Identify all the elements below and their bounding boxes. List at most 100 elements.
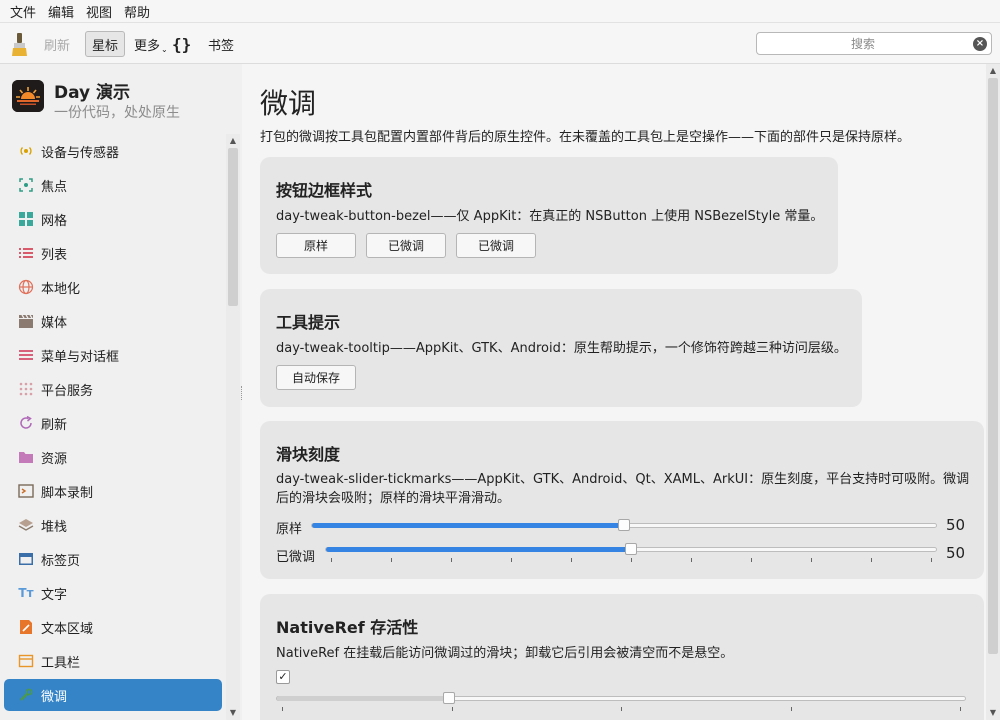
slider-knob[interactable] bbox=[625, 543, 637, 555]
sidebar-item-resources[interactable]: 资源 bbox=[4, 441, 222, 473]
scroll-up-icon[interactable]: ▲ bbox=[226, 136, 240, 145]
card-nativeref: NativeRef 存活性 NativeRef 在挂载后能访问微调过的滑块；卸载… bbox=[260, 594, 984, 720]
sidebar-item-grid[interactable]: 网格 bbox=[4, 203, 222, 235]
card-title: NativeRef 存活性 bbox=[276, 618, 419, 637]
sidebar-item-label: 菜单与对话框 bbox=[41, 349, 120, 365]
slider-fill bbox=[326, 547, 631, 552]
sidebar-item-stack[interactable]: 堆栈 bbox=[4, 509, 222, 541]
slider-tickmarks bbox=[282, 707, 961, 711]
sidebar-item-localization[interactable]: 本地化 bbox=[4, 271, 222, 303]
card-button-bezel: 按钮边框样式 day-tweak-button-bezel——仅 AppKit：… bbox=[260, 157, 838, 274]
tick-mark bbox=[451, 558, 452, 562]
sidebar-item-label: 本地化 bbox=[41, 281, 81, 297]
card-slider-tickmarks: 滑块刻度 day-tweak-slider-tickmarks——AppKit、… bbox=[260, 421, 984, 579]
tweaked-button[interactable]: 已微调 bbox=[366, 233, 446, 258]
scroll-down-icon[interactable]: ▼ bbox=[226, 708, 240, 717]
sidebar-item-sensors[interactable]: 设备与传感器 bbox=[4, 135, 222, 167]
autosave-button[interactable]: 自动保存 bbox=[276, 365, 356, 390]
slider-knob[interactable] bbox=[443, 692, 455, 704]
sidebar-item-label: 标签页 bbox=[41, 553, 81, 569]
slider-knob[interactable] bbox=[618, 519, 630, 531]
tweaked-button[interactable]: 已微调 bbox=[456, 233, 536, 258]
sidebar-item-label: 文本区域 bbox=[41, 621, 94, 637]
sidebar-scroll-thumb[interactable] bbox=[228, 148, 238, 306]
original-button[interactable]: 原样 bbox=[276, 233, 356, 258]
chevron-down-icon: ⌄ bbox=[161, 44, 168, 54]
sidebar-item-text[interactable]: Tт 文字 bbox=[4, 577, 222, 609]
main-scrollbar[interactable]: ▲ ▼ bbox=[986, 64, 1000, 720]
app-subtitle: 一份代码，处处原生 bbox=[54, 105, 180, 121]
original-slider[interactable] bbox=[311, 519, 937, 531]
mount-checkbox[interactable]: ✓ bbox=[276, 670, 290, 684]
tick-mark bbox=[282, 707, 283, 711]
sidebar-item-tweak[interactable]: 微调 bbox=[4, 679, 222, 711]
main-content: 微调 打包的微调按工具包配置内置部件背后的原生控件。在未覆盖的工具包上是空操作—… bbox=[244, 64, 986, 720]
more-button[interactable]: 更多 ⌄ bbox=[134, 31, 168, 57]
tick-mark bbox=[571, 558, 572, 562]
clear-icon[interactable]: × bbox=[973, 37, 987, 51]
menu-view[interactable]: 视图 bbox=[80, 2, 118, 21]
menu-file[interactable]: 文件 bbox=[4, 2, 42, 21]
slider-label: 已微调 bbox=[276, 550, 316, 565]
sidebar-item-script-recording[interactable]: 脚本录制 bbox=[4, 475, 222, 507]
globe-icon bbox=[18, 279, 34, 295]
sidebar-item-label: 工具栏 bbox=[41, 655, 81, 671]
focus-icon bbox=[18, 177, 34, 193]
sidebar-item-focus[interactable]: 焦点 bbox=[4, 169, 222, 201]
nativeref-slider[interactable] bbox=[276, 692, 966, 704]
sidebar-item-list[interactable]: 列表 bbox=[4, 237, 222, 269]
sidebar: Day 演示 一份代码，处处原生 设备与传感器 焦点 网格 列表 本地化 媒体 bbox=[0, 64, 242, 720]
refresh-button[interactable]: 刷新 bbox=[44, 31, 70, 57]
page-description: 打包的微调按工具包配置内置部件背后的原生控件。在未覆盖的工具包上是空操作——下面… bbox=[260, 130, 911, 145]
sidebar-item-menus-dialogs[interactable]: 菜单与对话框 bbox=[4, 339, 222, 371]
tick-mark bbox=[871, 558, 872, 562]
stack-icon bbox=[18, 517, 34, 533]
scroll-down-icon[interactable]: ▼ bbox=[986, 708, 1000, 717]
tick-mark bbox=[960, 707, 961, 711]
tick-mark bbox=[811, 558, 812, 562]
tick-mark bbox=[631, 558, 632, 562]
tick-mark bbox=[751, 558, 752, 562]
menu-help[interactable]: 帮助 bbox=[118, 2, 156, 21]
dots-icon bbox=[18, 381, 34, 397]
menu-edit[interactable]: 编辑 bbox=[42, 2, 80, 21]
braces-button[interactable]: {} bbox=[172, 31, 191, 57]
slider-value: 50 bbox=[946, 544, 966, 562]
card-description: day-tweak-button-bezel——仅 AppKit：在真正的 NS… bbox=[276, 209, 824, 224]
sidebar-item-tabs[interactable]: 标签页 bbox=[4, 543, 222, 575]
sidebar-item-label: 网格 bbox=[41, 213, 68, 229]
app-title: Day 演示 bbox=[54, 83, 131, 103]
card-description: day-tweak-tooltip——AppKit、GTK、Android：原生… bbox=[276, 341, 847, 356]
sidebar-item-label: 刷新 bbox=[41, 417, 68, 433]
sidebar-item-label: 脚本录制 bbox=[41, 485, 94, 501]
sidebar-item-label: 资源 bbox=[41, 451, 68, 467]
grid-icon bbox=[18, 211, 34, 227]
search-input[interactable] bbox=[763, 35, 963, 52]
toolbar-icon bbox=[18, 653, 34, 669]
slider-value: 50 bbox=[946, 516, 966, 534]
tick-mark bbox=[931, 558, 932, 562]
sidebar-scrollbar[interactable]: ▲ ▼ bbox=[226, 134, 240, 720]
sidebar-item-label: 媒体 bbox=[41, 315, 68, 331]
toolbar: 刷新 星标 更多⌄ {} 书签 × bbox=[0, 22, 1000, 64]
sidebar-item-refresh[interactable]: 刷新 bbox=[4, 407, 222, 439]
sidebar-item-toolbar[interactable]: 工具栏 bbox=[4, 645, 222, 677]
sidebar-nav: 设备与传感器 焦点 网格 列表 本地化 媒体 菜单与对话框 平台服务 刷新 资源… bbox=[0, 135, 226, 720]
tick-mark bbox=[331, 558, 332, 562]
sensor-icon bbox=[18, 143, 34, 159]
sidebar-item-label: 列表 bbox=[41, 247, 68, 263]
sidebar-item-textarea[interactable]: 文本区域 bbox=[4, 611, 222, 643]
tweaked-slider[interactable] bbox=[325, 543, 937, 555]
brush-icon[interactable] bbox=[10, 31, 30, 57]
sidebar-item-platform-services[interactable]: 平台服务 bbox=[4, 373, 222, 405]
bookmark-button[interactable]: 书签 bbox=[208, 31, 234, 57]
sidebar-item-label: 文字 bbox=[41, 587, 68, 603]
sidebar-item-media[interactable]: 媒体 bbox=[4, 305, 222, 337]
text-icon: Tт bbox=[18, 586, 34, 600]
main-scroll-thumb[interactable] bbox=[988, 78, 998, 654]
slider-fill bbox=[312, 523, 624, 528]
tick-mark bbox=[451, 707, 453, 711]
scroll-up-icon[interactable]: ▲ bbox=[986, 66, 1000, 75]
star-button[interactable]: 星标 bbox=[85, 31, 126, 57]
slider-fill bbox=[277, 696, 449, 701]
